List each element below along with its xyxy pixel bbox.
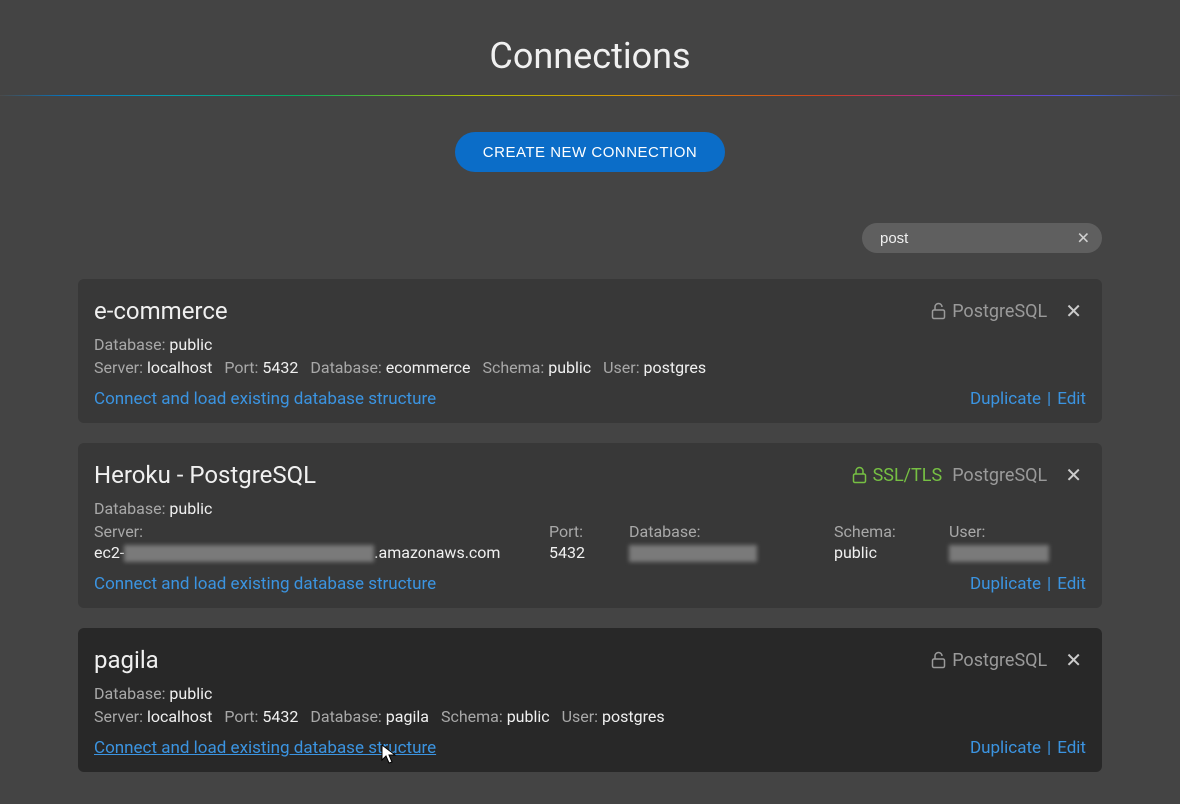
connection-details: Server: localhost Port: 5432 Database: e…: [94, 358, 1086, 377]
create-connection-button[interactable]: CREATE NEW CONNECTION: [455, 132, 725, 172]
lock-open-icon: [931, 302, 946, 320]
duplicate-link[interactable]: Duplicate: [970, 389, 1041, 409]
delete-connection-icon[interactable]: ✕: [1061, 648, 1086, 672]
duplicate-link[interactable]: Duplicate: [970, 738, 1041, 758]
connect-link[interactable]: Connect and load existing database struc…: [94, 389, 436, 409]
database-line: Database: public: [94, 684, 1086, 703]
connection-card[interactable]: Heroku - PostgreSQL SSL/TLS PostgreSQL ✕…: [78, 443, 1102, 608]
connection-details: Server: Port: Database: Schema: User: ec…: [94, 522, 1086, 562]
duplicate-link[interactable]: Duplicate: [970, 574, 1041, 594]
ssl-tag: SSL/TLS: [852, 465, 943, 486]
connection-card[interactable]: e-commerce PostgreSQL ✕ Database: public…: [78, 279, 1102, 423]
separator: |: [1047, 738, 1051, 758]
database-line: Database: public: [94, 499, 1086, 518]
edit-link[interactable]: Edit: [1057, 738, 1086, 758]
separator: |: [1047, 574, 1051, 594]
engine-tag: PostgreSQL: [931, 650, 1047, 671]
clear-search-icon[interactable]: ✕: [1073, 225, 1094, 252]
edit-link[interactable]: Edit: [1057, 389, 1086, 409]
database-line: Database: public: [94, 335, 1086, 354]
connection-card[interactable]: pagila PostgreSQL ✕ Database: public Ser…: [78, 628, 1102, 772]
lock-open-icon: [931, 651, 946, 669]
lock-icon: [852, 466, 867, 484]
delete-connection-icon[interactable]: ✕: [1061, 463, 1086, 487]
delete-connection-icon[interactable]: ✕: [1061, 299, 1086, 323]
edit-link[interactable]: Edit: [1057, 574, 1086, 594]
connect-link[interactable]: Connect and load existing database struc…: [94, 738, 436, 758]
connections-list: e-commerce PostgreSQL ✕ Database: public…: [78, 279, 1102, 772]
page-title: Connections: [0, 0, 1180, 95]
connect-link[interactable]: Connect and load existing database struc…: [94, 574, 436, 594]
search-field: ✕: [862, 223, 1102, 253]
separator: |: [1047, 389, 1051, 409]
engine-tag: PostgreSQL: [952, 465, 1047, 486]
connection-name: e-commerce: [94, 297, 931, 325]
connection-name: pagila: [94, 646, 931, 674]
connection-name: Heroku - PostgreSQL: [94, 461, 852, 489]
engine-tag: PostgreSQL: [931, 301, 1047, 322]
search-input[interactable]: [862, 230, 1102, 247]
header-divider: [0, 95, 1180, 96]
connection-details: Server: localhost Port: 5432 Database: p…: [94, 707, 1086, 726]
